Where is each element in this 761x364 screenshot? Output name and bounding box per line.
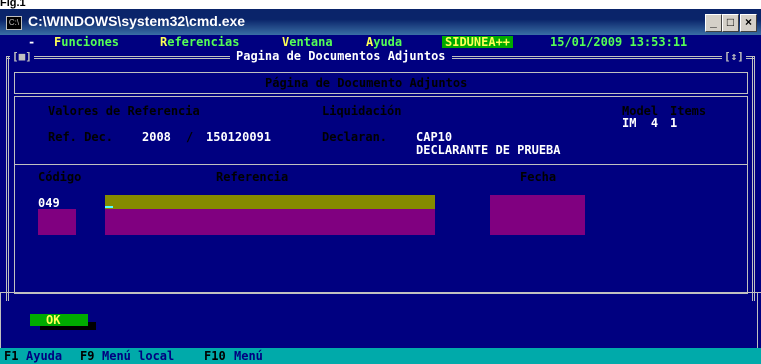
valores-label: Valores de Referencia [48, 104, 200, 118]
menu-label: unciones [61, 35, 120, 49]
referencia-field-active[interactable] [105, 195, 435, 209]
menu-label: entana [289, 35, 333, 49]
model-value[interactable]: IM 4 [622, 116, 658, 130]
close-button[interactable]: × [740, 14, 757, 32]
col-codigo: Código [38, 170, 82, 184]
panel-title: Página de Documento Adjuntos [265, 76, 468, 90]
referencia-field[interactable] [105, 209, 435, 235]
col-referencia: Referencia [216, 170, 289, 184]
f1-label[interactable]: Ayuda [26, 348, 62, 364]
figure-caption: Fig.1 [0, 0, 26, 9]
menu-label: yuda [373, 35, 403, 49]
lower-frame-right [757, 292, 761, 352]
liquidacion-label: Liquidación [322, 104, 402, 118]
menu-bar: - Funciones Referencias Ventana Ayuda SI… [0, 36, 761, 48]
panel-header: Página de Documento Adjuntos [14, 72, 748, 94]
f10-key[interactable]: F10 [204, 348, 226, 364]
text-cursor [105, 206, 113, 208]
menu-referencias[interactable]: Referencias [160, 36, 239, 48]
bottom-divider [0, 292, 761, 293]
app-name: SIDUNEA++ [442, 36, 514, 48]
f9-key[interactable]: F9 [80, 348, 94, 364]
function-key-bar: F1 Ayuda F9 Menú local F10 Menú [0, 348, 761, 364]
window-titlebar[interactable]: C:\ C:\WINDOWS\system32\cmd.exe _ □ × [0, 9, 761, 35]
ok-button[interactable]: OK [30, 314, 88, 326]
codigo-value[interactable]: 049 [38, 196, 60, 210]
menu-funciones[interactable]: Funciones [54, 36, 119, 48]
menu-ayuda[interactable]: Ayuda [366, 36, 402, 48]
col-fecha: Fecha [520, 170, 557, 184]
codigo-field[interactable] [38, 209, 76, 235]
frame-border-right [752, 56, 755, 301]
cmd-icon[interactable]: C:\ [6, 16, 22, 30]
declarant-label: Declaran. [322, 130, 388, 144]
frame-resize-button[interactable]: [↕] [722, 50, 746, 63]
menu-ventana[interactable]: Ventana [282, 36, 333, 48]
ref-dec-label: Ref. Dec. [48, 130, 114, 144]
system-datetime: 15/01/2009 13:53:11 [550, 35, 688, 49]
frame-border-left [6, 56, 9, 301]
ref-number[interactable]: 150120091 [206, 130, 271, 144]
f9-label[interactable]: Menú local [102, 348, 174, 364]
menu-dash: - [28, 35, 36, 49]
frame-close-button[interactable]: [■] [10, 50, 34, 63]
minimize-button[interactable]: _ [705, 14, 722, 32]
window-title: C:\WINDOWS\system32\cmd.exe [28, 13, 246, 29]
declarant-name: DECLARANTE DE PRUEBA [416, 143, 561, 157]
f10-label[interactable]: Menú [234, 348, 263, 364]
lower-frame-left [0, 292, 4, 352]
ref-slash: / [186, 130, 194, 144]
section-divider [14, 164, 748, 165]
f1-key[interactable]: F1 [4, 348, 18, 364]
fecha-field[interactable] [490, 195, 585, 235]
ref-year[interactable]: 2008 [142, 130, 171, 144]
menu-label: eferencias [167, 35, 240, 49]
maximize-button[interactable]: □ [722, 14, 739, 32]
frame-title: Pagina de Documentos Adjuntos [230, 49, 452, 63]
declarant-code[interactable]: CAP10 [416, 130, 452, 144]
items-value[interactable]: 1 [670, 116, 677, 130]
